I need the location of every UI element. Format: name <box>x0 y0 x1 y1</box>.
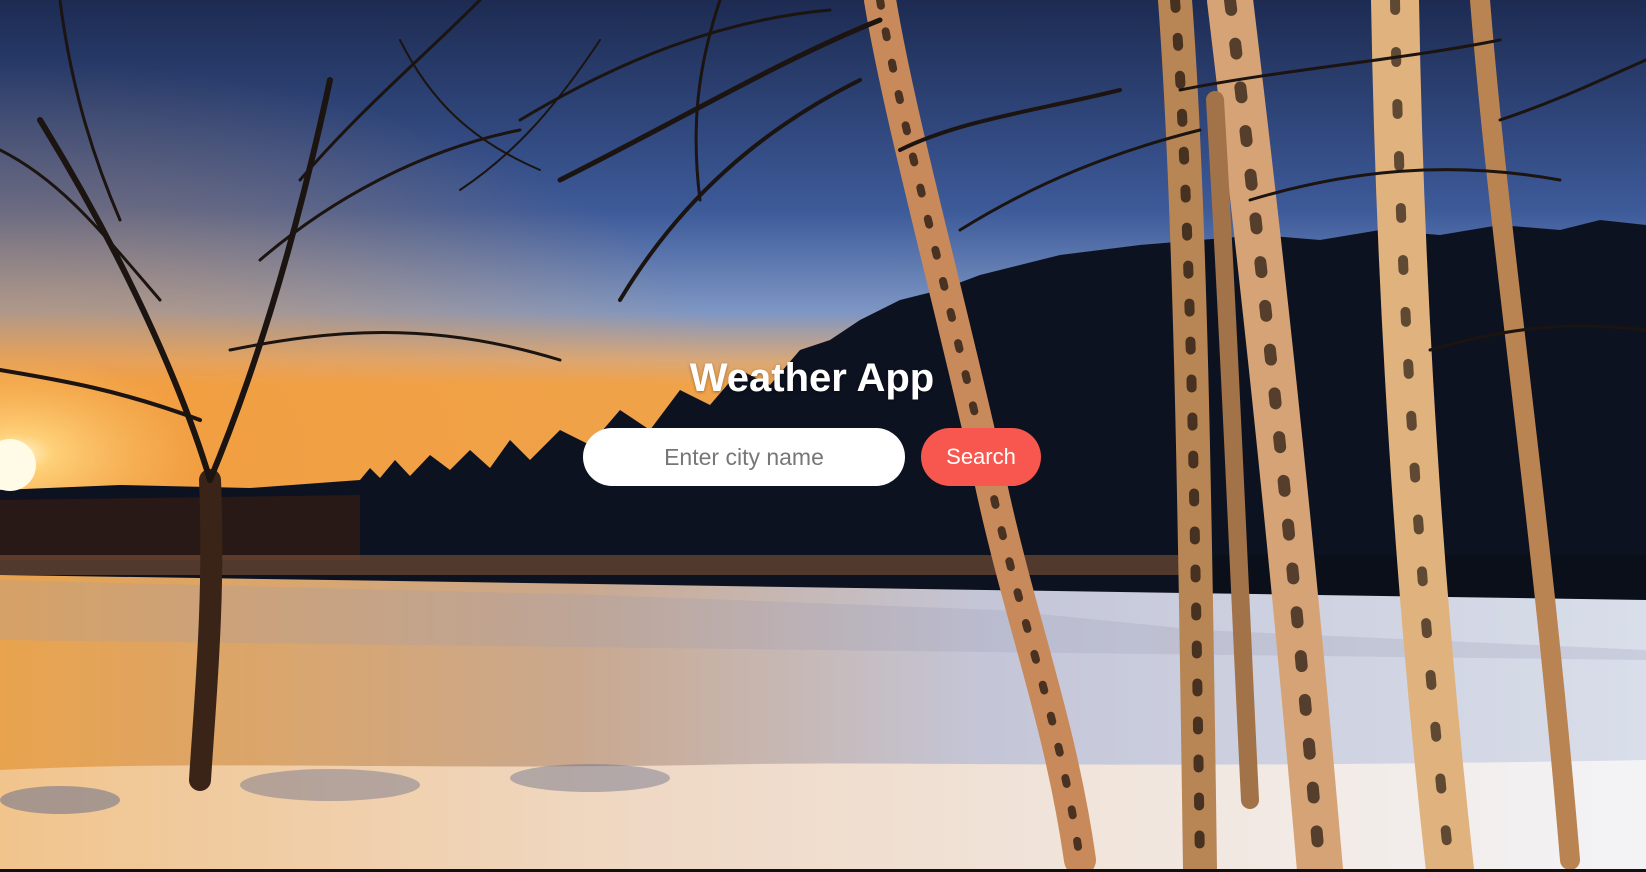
app-container: Weather App Search <box>0 0 1646 872</box>
app-title: Weather App <box>689 356 935 400</box>
search-button[interactable]: Search <box>921 428 1041 486</box>
city-search-input[interactable] <box>583 428 905 486</box>
search-bar: Search <box>583 428 1041 486</box>
